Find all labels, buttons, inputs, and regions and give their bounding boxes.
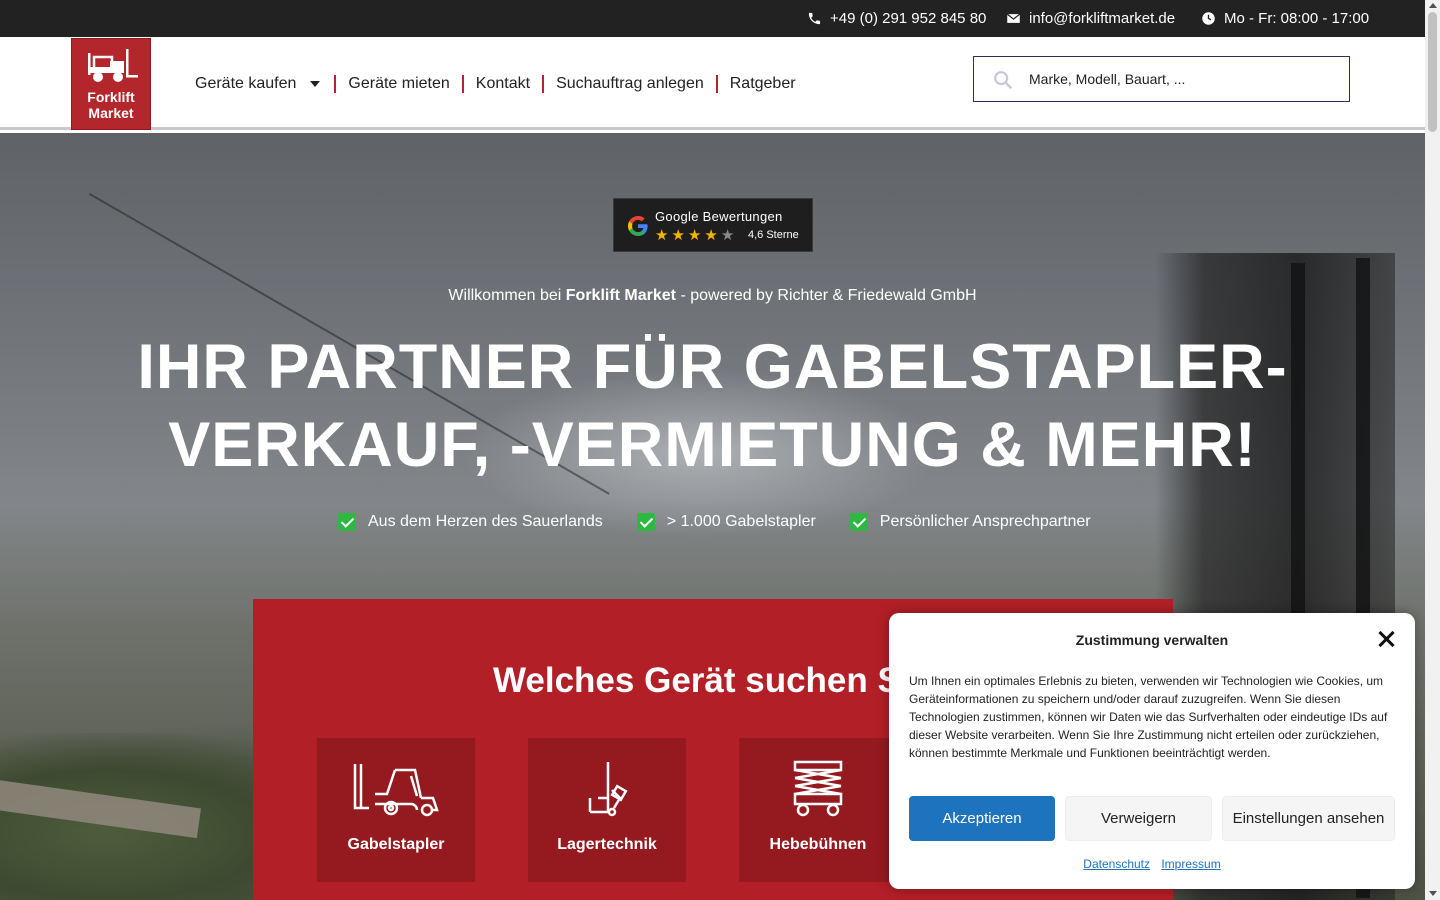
phone-icon bbox=[808, 12, 821, 25]
nav-label: Geräte kaufen bbox=[195, 74, 297, 92]
logo-line-1: Forklift bbox=[87, 89, 135, 105]
star-icon: ★ bbox=[655, 227, 672, 244]
star-icon: ★ bbox=[704, 227, 721, 244]
logo-line-2: Market bbox=[88, 105, 134, 121]
nav-divider bbox=[542, 74, 545, 93]
top-info-bar: +49 (0) 291 952 845 80 info@forkliftmark… bbox=[0, 0, 1425, 37]
half-star-icon: ★ bbox=[720, 227, 738, 244]
welcome-brand: Forklift Market bbox=[565, 287, 677, 304]
search-icon[interactable] bbox=[992, 69, 1014, 91]
rating-score: 4,6 Sterne bbox=[748, 229, 799, 241]
star-rating: ★★★★★ bbox=[655, 226, 737, 244]
usp-text: Aus dem Herzen des Sauerlands bbox=[368, 513, 603, 530]
search-input[interactable] bbox=[1029, 65, 1329, 93]
main-navigation: Geräte kaufen Geräte mieten Kontakt Such… bbox=[195, 37, 796, 130]
category-lagertechnik[interactable]: Lagertechnik bbox=[528, 738, 686, 882]
hero-headline: IHR PARTNER FÜR GABELSTAPLER- VERKAUF, -… bbox=[0, 328, 1425, 484]
chevron-down-icon bbox=[310, 80, 321, 87]
usp-item: Persönlicher Ansprechpartner bbox=[849, 513, 1091, 531]
opening-hours: Mo - Fr: 08:00 - 17:00 bbox=[1201, 0, 1369, 37]
usp-item: > 1.000 Gabelstapler bbox=[636, 513, 816, 531]
cookie-consent-dialog: Zustimmung verwalten Um Ihnen ein optima… bbox=[889, 613, 1415, 889]
headline-line-2: VERKAUF, -VERMIETUNG & MEHR! bbox=[168, 410, 1257, 480]
checkmark-icon bbox=[849, 513, 868, 531]
headline-line-1: IHR PARTNER FÜR GABELSTAPLER- bbox=[137, 332, 1288, 402]
page-scrollbar[interactable] bbox=[1425, 0, 1440, 900]
nav-item-geraete-kaufen[interactable]: Geräte kaufen bbox=[195, 75, 322, 93]
pallet-jack-icon bbox=[588, 762, 628, 817]
scissor-lift-icon bbox=[793, 760, 843, 817]
category-label: Hebebühnen bbox=[769, 836, 867, 853]
usp-item: Aus dem Herzen des Sauerlands bbox=[338, 513, 603, 531]
rating-title: Google Bewertungen bbox=[655, 209, 783, 224]
envelope-icon bbox=[1006, 13, 1021, 23]
nav-label: Geräte mieten bbox=[348, 74, 450, 92]
welcome-suffix: - powered by Richter & Friedewald GmbH bbox=[676, 287, 977, 304]
scroll-up-arrow-icon[interactable] bbox=[1429, 3, 1437, 8]
consent-text: Um Ihnen ein optimales Erlebnis zu biete… bbox=[909, 674, 1388, 760]
usp-list: Aus dem Herzen des Sauerlands > 1.000 Ga… bbox=[338, 513, 1125, 531]
nav-divider bbox=[715, 74, 718, 93]
usp-text: > 1.000 Gabelstapler bbox=[666, 513, 816, 530]
email-address: info@forkliftmarket.de bbox=[1029, 10, 1176, 27]
privacy-link[interactable]: Datenschutz bbox=[1083, 857, 1150, 871]
forklift-logo-icon bbox=[88, 49, 138, 82]
scrollbar-thumb[interactable] bbox=[1428, 12, 1437, 132]
nav-label: Ratgeber bbox=[729, 74, 796, 92]
star-icon: ★ bbox=[671, 227, 688, 244]
google-rating-badge[interactable]: Google Bewertungen ★★★★★ 4,6 Sterne bbox=[613, 198, 813, 252]
checkmark-icon bbox=[636, 513, 655, 531]
checkmark-icon bbox=[338, 513, 356, 531]
deny-button[interactable]: Verweigern bbox=[1065, 796, 1212, 841]
accept-button[interactable]: Akzeptieren bbox=[909, 796, 1055, 841]
nav-item-geraete-mieten[interactable]: Geräte mieten bbox=[348, 75, 449, 93]
imprint-link[interactable]: Impressum bbox=[1161, 857, 1220, 871]
category-label: Gabelstapler bbox=[347, 836, 445, 853]
google-logo-icon bbox=[628, 216, 648, 236]
nav-label: Suchauftrag anlegen bbox=[556, 74, 704, 92]
phone-number: +49 (0) 291 952 845 80 bbox=[830, 10, 987, 27]
site-header: Forklift Market Geräte kaufen Geräte mie… bbox=[0, 37, 1425, 130]
clock-icon bbox=[1202, 12, 1215, 25]
search-box bbox=[973, 56, 1350, 102]
forklift-icon bbox=[353, 764, 439, 817]
consent-links: Datenschutz Impressum bbox=[889, 857, 1415, 871]
category-hebebuehnen[interactable]: Hebebühnen bbox=[739, 738, 897, 882]
nav-item-ratgeber[interactable]: Ratgeber bbox=[730, 75, 796, 93]
nav-divider bbox=[334, 74, 337, 93]
site-logo[interactable]: Forklift Market bbox=[71, 38, 151, 130]
category-label: Lagertechnik bbox=[557, 836, 657, 853]
close-icon[interactable] bbox=[1378, 630, 1396, 648]
welcome-line: Willkommen bei Forklift Market - powered… bbox=[0, 287, 1425, 305]
star-icon: ★ bbox=[687, 227, 705, 244]
scroll-down-arrow-icon[interactable] bbox=[1429, 891, 1437, 896]
consent-title: Zustimmung verwalten bbox=[1075, 632, 1229, 648]
welcome-prefix: Willkommen bei bbox=[448, 287, 566, 304]
device-finder-title: Welches Gerät suchen Si bbox=[493, 661, 911, 700]
email-contact[interactable]: info@forkliftmarket.de bbox=[1006, 0, 1175, 37]
view-preferences-button[interactable]: Einstellungen ansehen bbox=[1222, 796, 1395, 841]
usp-text: Persönlicher Ansprechpartner bbox=[879, 513, 1091, 530]
nav-item-kontakt[interactable]: Kontakt bbox=[476, 75, 530, 93]
category-gabelstapler[interactable]: Gabelstapler bbox=[317, 738, 475, 882]
nav-divider bbox=[461, 74, 464, 93]
hours-text: Mo - Fr: 08:00 - 17:00 bbox=[1224, 10, 1370, 27]
nav-item-suchauftrag[interactable]: Suchauftrag anlegen bbox=[556, 75, 704, 93]
nav-label: Kontakt bbox=[475, 74, 531, 92]
phone-contact[interactable]: +49 (0) 291 952 845 80 bbox=[807, 0, 986, 37]
